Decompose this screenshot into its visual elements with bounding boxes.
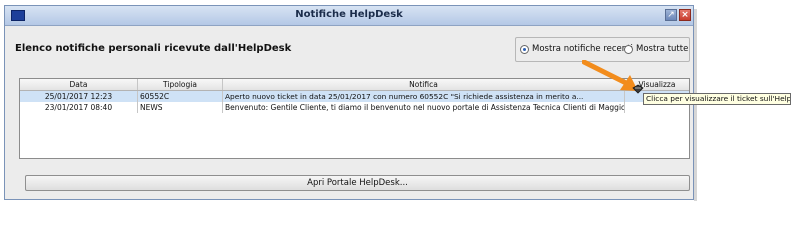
header-data[interactable]: Data <box>20 79 138 90</box>
open-portal-button[interactable]: Apri Portale HelpDesk... <box>25 175 690 191</box>
radio-all-label: Mostra tutte <box>636 44 689 54</box>
radio-recent-label: Mostra notifiche recenti <box>532 44 633 54</box>
cell-data: 25/01/2017 12:23 <box>20 91 138 102</box>
close-icon[interactable]: × <box>679 9 691 21</box>
cell-notifica: Aperto nuovo ticket in data 25/01/2017 c… <box>223 91 625 102</box>
header-tipologia[interactable]: Tipologia <box>138 79 223 90</box>
window-title: Notifiche HelpDesk <box>295 9 403 20</box>
radio-all[interactable]: Mostra tutte <box>624 44 688 54</box>
filter-radio-group: Mostra notifiche recenti Mostra tutte <box>515 37 690 62</box>
cell-data: 23/01/2017 08:40 <box>20 102 138 113</box>
window-shadow <box>694 9 697 201</box>
cell-notifica: Benvenuto: Gentile Cliente, ti diamo il … <box>225 102 625 113</box>
radio-unselected-icon[interactable] <box>624 44 633 54</box>
page-title: Elenco notifiche personali ricevute dall… <box>15 43 292 54</box>
title-bar[interactable]: Notifiche HelpDesk ↗ × <box>5 6 693 26</box>
maximize-icon[interactable]: ↗ <box>665 9 677 21</box>
radio-selected-icon[interactable] <box>520 44 529 54</box>
helpdesk-window: Notifiche HelpDesk ↗ × Elenco notifiche … <box>4 5 694 200</box>
tooltip: Clicca per visualizzare il ticket sull'H… <box>643 93 791 105</box>
header-notifica[interactable]: Notifica <box>223 79 625 90</box>
cell-tipologia: NEWS <box>138 102 223 113</box>
table-row[interactable]: 23/01/2017 08:40 NEWS Benvenuto: Gentile… <box>20 102 689 113</box>
cell-tipologia: 60552C <box>138 91 223 102</box>
radio-recent[interactable]: Mostra notifiche recenti <box>520 44 633 54</box>
